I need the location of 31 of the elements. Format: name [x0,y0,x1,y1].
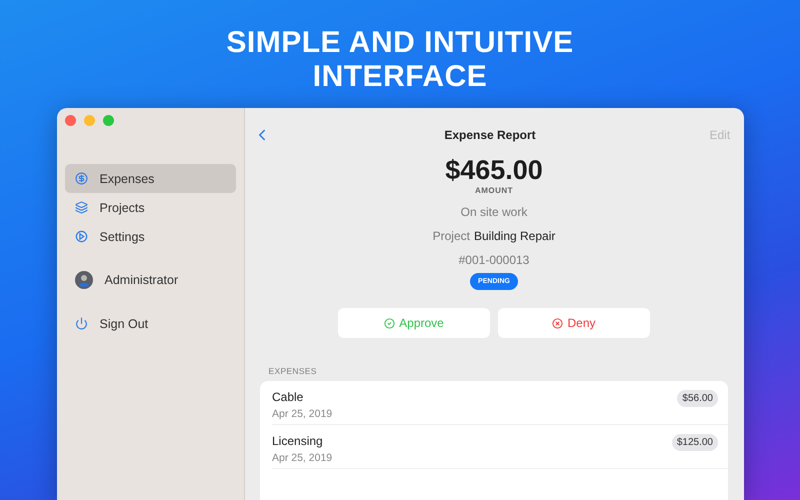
amount: $465.00 [445,154,543,186]
expense-date: Apr 25, 2019 [272,452,332,464]
section-heading: EXPENSES [268,366,317,376]
sidebar-item[interactable]: Settings [64,222,236,251]
project-label: Project [432,229,470,243]
user-item[interactable]: Administrator [64,265,236,294]
project-name: Building Repair [474,229,556,243]
expense-amount: $125.00 [672,434,718,451]
description: On site work [460,205,528,219]
zoom-icon[interactable] [102,115,114,126]
sidebar-item[interactable]: Expenses [64,164,236,193]
expense-date: Apr 25, 2019 [272,408,332,420]
check-circle-icon [384,318,396,328]
report-number: #001-000013 [458,253,530,267]
sign-out-item[interactable]: Sign Out [64,309,236,338]
headline: SIMPLE AND INTUITIVE INTERFACE [225,26,575,94]
close-icon[interactable] [64,115,76,126]
amount-label: AMOUNT [474,186,514,195]
avatar-icon [74,270,92,288]
dollar-icon [74,172,88,185]
expense-name: Licensing [272,434,324,448]
sidebar-item[interactable]: Projects [64,193,236,222]
deny-button[interactable]: Deny [498,308,650,338]
power-icon [74,317,88,330]
minimize-icon[interactable] [84,115,94,126]
expense-amount: $56.00 [677,390,718,407]
page-title: Expense Report [444,128,536,142]
layers-icon [74,201,88,214]
close-circle-icon [552,318,564,328]
gauge-icon [74,230,88,243]
expense-name: Cable [272,390,304,404]
